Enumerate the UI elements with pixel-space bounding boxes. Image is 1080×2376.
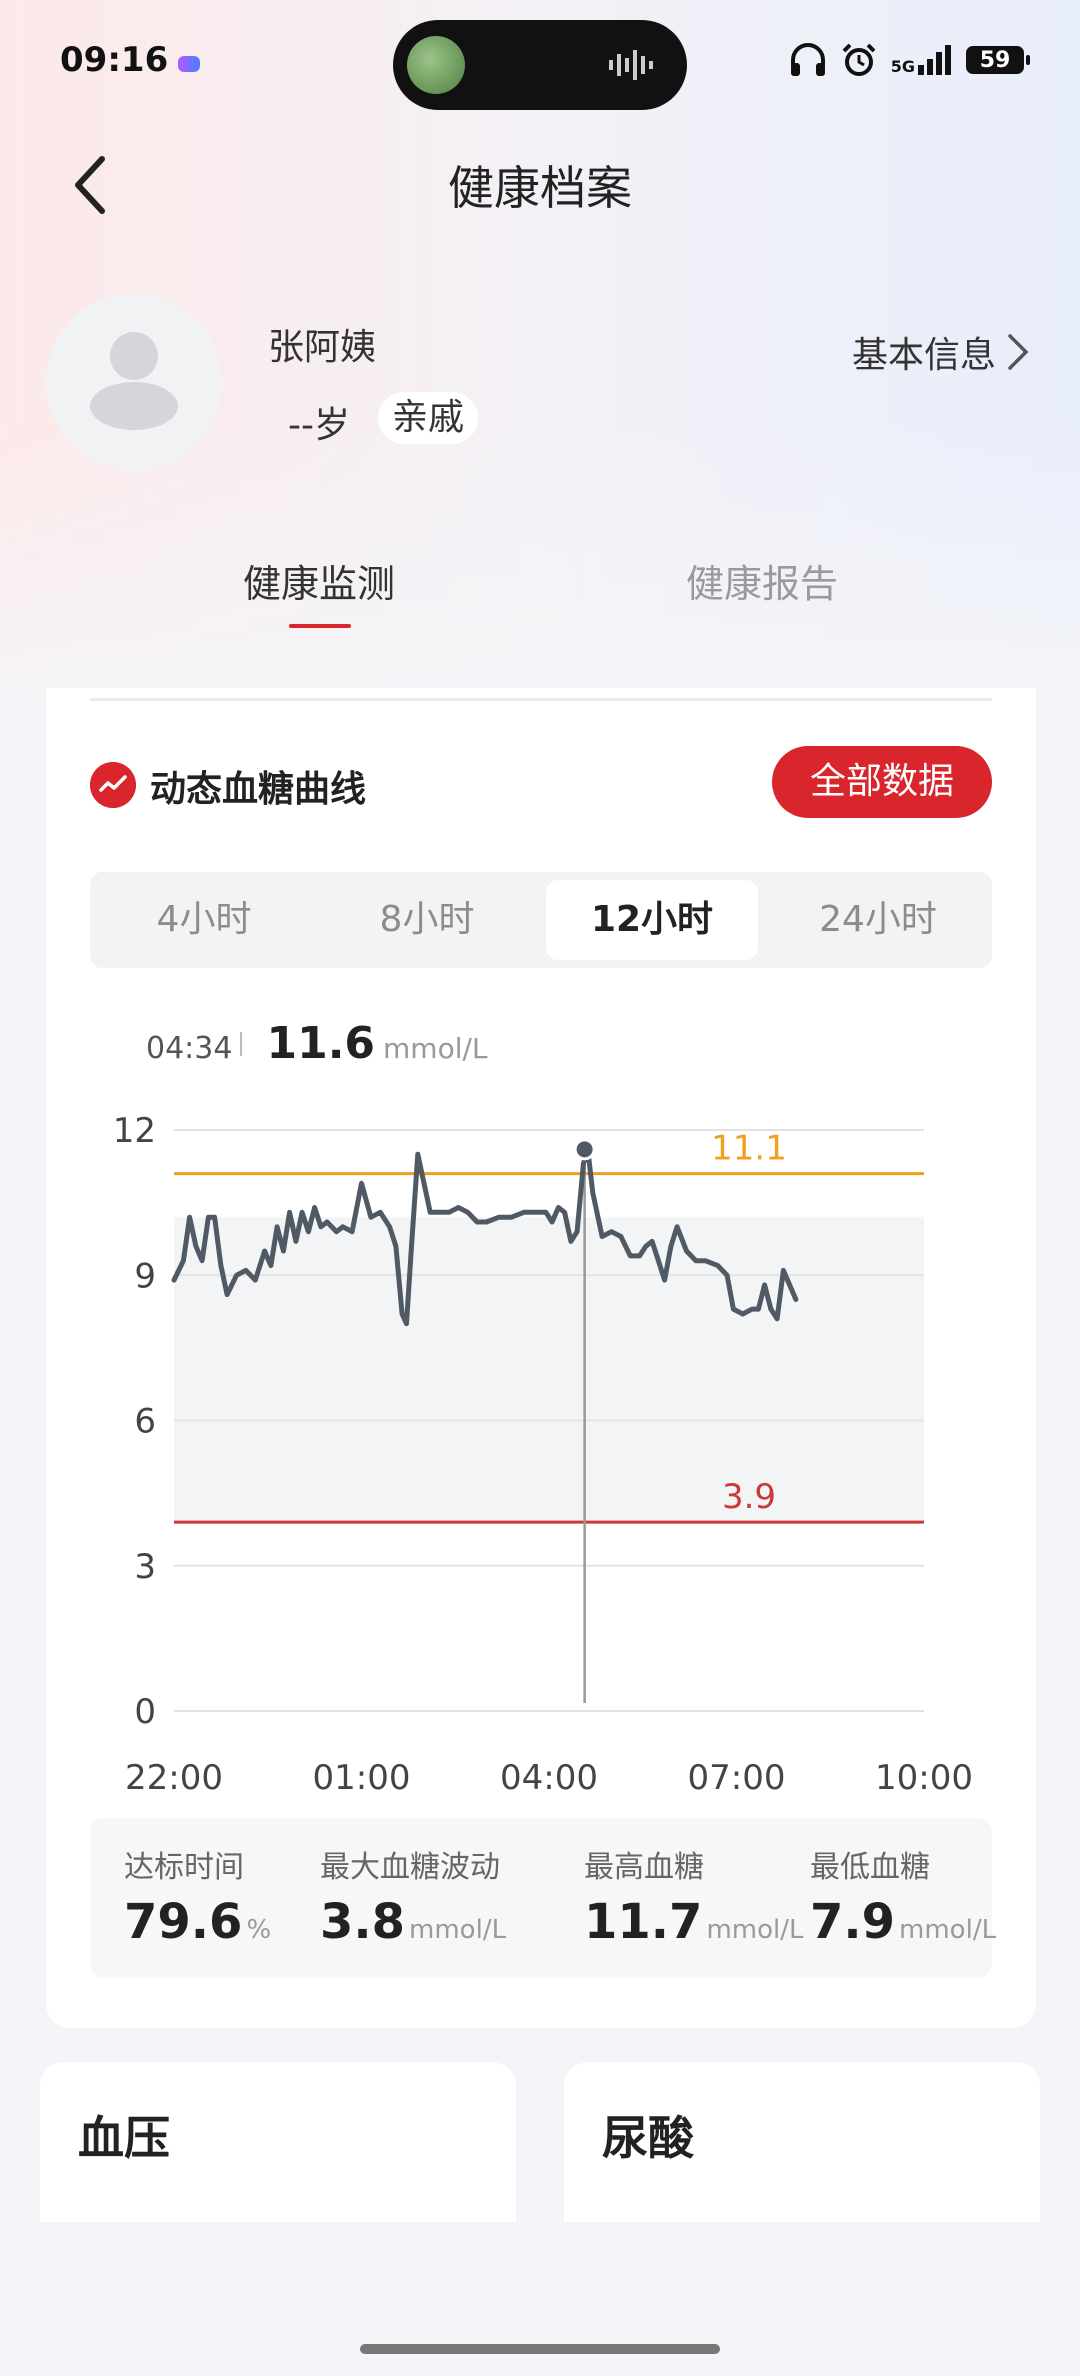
- app-indicator-icon: [178, 56, 200, 72]
- stat-unit: mmol/L: [899, 1915, 997, 1945]
- threshold-label: 11.1: [711, 1129, 787, 1169]
- glucose-card: 动态血糖曲线 全部数据 4小时 8小时 12小时 24小时 04:34 11.6…: [46, 688, 1036, 2028]
- audio-wave-icon: [609, 50, 653, 80]
- basic-info-link[interactable]: 基本信息: [852, 326, 1030, 378]
- active-tab-indicator: [289, 624, 351, 628]
- tab-health-report[interactable]: 健康报告: [686, 553, 838, 608]
- x-tick-label: 10:00: [875, 1758, 973, 1798]
- card-title: 血压: [78, 2111, 170, 2165]
- default-avatar-icon: [90, 332, 178, 430]
- glucose-stats: 达标时间 79.6% 最大血糖波动 3.8 mmol/L 最高血糖 11.7 mmo…: [90, 1818, 996, 1978]
- network-type: 5G: [890, 57, 915, 76]
- card-title: 尿酸: [602, 2111, 694, 2165]
- headphones-icon: [790, 43, 825, 76]
- glucose-chart[interactable]: 0 3 6 9 12 22:00 01:00 04:00 07:00 10:00 11.1 3.9: [46, 688, 1036, 1798]
- status-icons: 5G 59: [789, 40, 1030, 80]
- stat-unit: %: [246, 1915, 272, 1945]
- basic-info-label: 基本信息: [851, 335, 996, 376]
- avatar[interactable]: [46, 294, 222, 470]
- profile-name: 张阿姨: [268, 327, 377, 368]
- stat-value: 79.6: [124, 1894, 243, 1950]
- relation-badge: 亲戚: [378, 392, 479, 444]
- chevron-right-icon: [1008, 334, 1029, 370]
- stat-label: 最高血糖: [584, 1850, 704, 1885]
- signal-icon: [918, 45, 951, 75]
- y-tick-label: 6: [134, 1402, 156, 1442]
- selected-point: [576, 1141, 593, 1158]
- page-title: 健康档案: [448, 161, 632, 215]
- uric-acid-card[interactable]: 尿酸: [564, 2062, 1040, 2222]
- stat-value: 3.8: [320, 1894, 406, 1950]
- alarm-icon: [842, 43, 876, 76]
- y-tick-label: 12: [113, 1111, 156, 1151]
- stat-value: 7.9: [810, 1894, 896, 1950]
- stat-time-in-range: 达标时间 79.6%: [124, 1842, 271, 1950]
- stat-unit: mmol/L: [409, 1915, 507, 1945]
- stat-unit: mmol/L: [706, 1915, 804, 1945]
- status-bar: 09:16 5G 59: [0, 0, 1080, 130]
- blood-pressure-card[interactable]: 血压: [40, 2062, 516, 2222]
- stat-value: 11.7: [584, 1894, 703, 1950]
- status-time: 09:16: [60, 40, 169, 80]
- x-tick-label: 04:00: [500, 1758, 598, 1798]
- threshold-label: 3.9: [722, 1477, 776, 1517]
- y-tick-label: 9: [134, 1256, 156, 1296]
- x-tick-label: 01:00: [313, 1758, 411, 1798]
- target-range-band: [174, 1217, 924, 1523]
- stat-lowest-glucose: 最低血糖 7.9 mmol/L: [810, 1842, 996, 1950]
- stat-label: 达标时间: [124, 1850, 244, 1885]
- dynamic-island[interactable]: [393, 20, 687, 110]
- x-tick-label: 22:00: [125, 1758, 223, 1798]
- profile-age: --岁: [288, 405, 350, 446]
- x-tick-label: 07:00: [688, 1758, 786, 1798]
- y-tick-label: 3: [134, 1547, 156, 1587]
- stat-max-fluctuation: 最大血糖波动 3.8 mmol/L: [320, 1842, 506, 1950]
- music-cover-icon: [407, 36, 465, 94]
- stat-label: 最低血糖: [810, 1850, 930, 1885]
- stat-label: 最大血糖波动: [320, 1850, 500, 1885]
- stat-highest-glucose: 最高血糖 11.7 mmol/L: [584, 1842, 803, 1950]
- y-tick-label: 0: [134, 1692, 156, 1732]
- battery-icon: 59: [966, 46, 1030, 74]
- home-indicator[interactable]: [360, 2344, 720, 2354]
- tab-health-monitoring[interactable]: 健康监测: [243, 553, 395, 608]
